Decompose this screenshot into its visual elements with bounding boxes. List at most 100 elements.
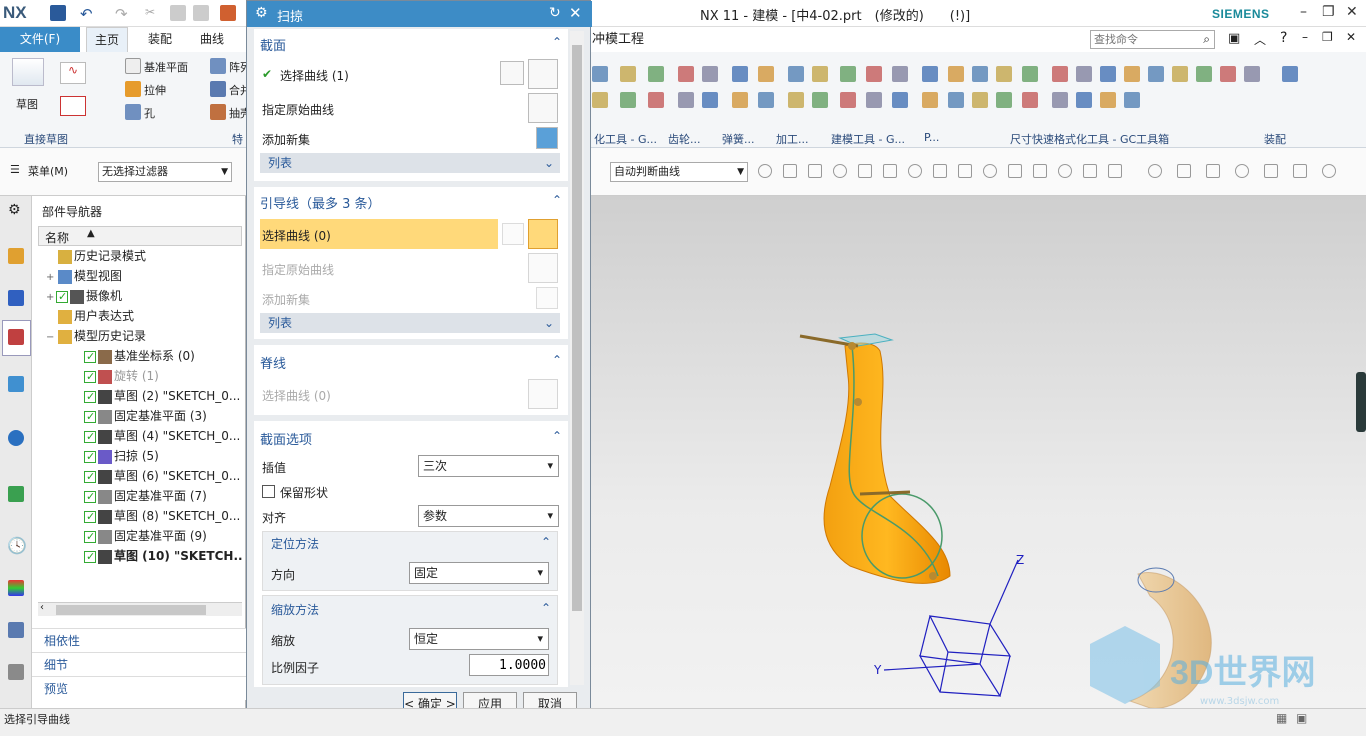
- direction-dropdown[interactable]: 固定: [409, 562, 549, 584]
- interpolation-dropdown[interactable]: 三次: [418, 455, 559, 477]
- ribbon-command-icon[interactable]: [972, 92, 988, 108]
- ribbon-command-icon[interactable]: [1124, 92, 1140, 108]
- preserve-shape-checkbox[interactable]: [262, 485, 275, 498]
- datum-plane-icon[interactable]: [125, 58, 141, 74]
- sketch-icon[interactable]: [12, 58, 44, 86]
- preserve-shape-label[interactable]: 保留形状: [280, 484, 328, 501]
- dialog-title-bar[interactable]: ⚙ 扫掠 ↻ ✕: [247, 1, 592, 27]
- visibility-checkbox[interactable]: [84, 467, 96, 487]
- snap-point-icon[interactable]: [958, 164, 972, 178]
- ribbon-command-icon[interactable]: [678, 92, 694, 108]
- tree-node[interactable]: 固定基准平面 (3): [74, 406, 207, 427]
- save-icon[interactable]: [50, 5, 66, 21]
- extrude-label[interactable]: 拉伸: [144, 82, 166, 98]
- origin-curve-icon[interactable]: [528, 253, 558, 283]
- reverse-direction-icon[interactable]: [502, 223, 524, 245]
- visibility-checkbox[interactable]: [56, 287, 68, 307]
- paste-icon[interactable]: [193, 5, 209, 21]
- reset-icon[interactable]: ↻: [549, 5, 561, 21]
- ribbon-command-icon[interactable]: [1052, 66, 1068, 82]
- collapse-icon[interactable]: ⌃: [552, 193, 562, 207]
- group-gear[interactable]: 齿轮...: [668, 131, 701, 147]
- tree-node[interactable]: 固定基准平面 (7): [74, 486, 207, 507]
- snap-point-icon[interactable]: [1058, 164, 1072, 178]
- spine-select-curve[interactable]: 选择曲线 (0): [262, 387, 331, 404]
- doc-restore-button[interactable]: ❐: [1322, 30, 1333, 44]
- view-tool-icon[interactable]: [1264, 164, 1278, 178]
- ribbon-command-icon[interactable]: [1076, 92, 1092, 108]
- file-tab[interactable]: 文件(F): [0, 27, 80, 52]
- web-browser-icon[interactable]: [8, 486, 24, 502]
- part-navigator-tab[interactable]: [2, 320, 31, 356]
- ribbon-command-icon[interactable]: [592, 66, 608, 82]
- tree-node[interactable]: 草图 (6) "SKETCH_0...: [74, 466, 240, 487]
- command-search[interactable]: ⌕: [1090, 30, 1215, 49]
- tree-node[interactable]: − 模型历史记录: [46, 326, 146, 346]
- snap-point-icon[interactable]: [1033, 164, 1047, 178]
- ribbon-command-icon[interactable]: [732, 92, 748, 108]
- repeat-command-icon[interactable]: [220, 5, 236, 21]
- snap-point-icon[interactable]: [758, 164, 772, 178]
- scaling-header[interactable]: 缩放方法: [271, 601, 319, 618]
- datum-plane-label[interactable]: 基准平面: [144, 59, 188, 75]
- group-modeling-tools[interactable]: 建模工具 - G...: [831, 131, 905, 147]
- snap-point-icon[interactable]: [933, 164, 947, 178]
- ribbon-command-icon[interactable]: [758, 92, 774, 108]
- ribbon-command-icon[interactable]: [866, 92, 882, 108]
- tab-die-engineering[interactable]: 冲模工程: [584, 27, 652, 52]
- collapse-icon[interactable]: ⌃: [541, 535, 551, 549]
- ribbon-command-icon[interactable]: [648, 92, 664, 108]
- group-gc-tools[interactable]: 化工具 - G...: [594, 131, 657, 147]
- snap-point-icon[interactable]: [858, 164, 872, 178]
- direction-arrow-2[interactable]: [859, 490, 911, 496]
- view-tool-icon[interactable]: [1322, 164, 1336, 178]
- ribbon-command-icon[interactable]: [592, 92, 608, 108]
- ribbon-command-icon[interactable]: [1196, 66, 1212, 82]
- snap-point-icon[interactable]: [808, 164, 822, 178]
- ribbon-command-icon[interactable]: [1244, 66, 1260, 82]
- command-search-input[interactable]: [1091, 31, 1191, 48]
- ribbon-command-icon[interactable]: [788, 92, 804, 108]
- redo-icon[interactable]: ↷: [115, 5, 131, 23]
- swept-body[interactable]: [823, 342, 951, 584]
- ribbon-command-icon[interactable]: [972, 66, 988, 82]
- horizontal-scrollbar[interactable]: ‹: [38, 602, 242, 616]
- view-tool-icon[interactable]: [1235, 164, 1249, 178]
- hd3d-tools-icon[interactable]: [8, 430, 24, 446]
- snap-point-icon[interactable]: [1108, 164, 1122, 178]
- gear-icon[interactable]: ⚙: [255, 5, 268, 21]
- tab-assembly[interactable]: 装配: [140, 27, 180, 52]
- ribbon-command-icon[interactable]: [840, 66, 856, 82]
- tab-home[interactable]: 主页: [86, 27, 129, 52]
- visibility-checkbox[interactable]: [84, 387, 96, 407]
- hole-icon[interactable]: [125, 104, 141, 120]
- profile-icon[interactable]: ∿: [60, 62, 86, 84]
- section-specify-origin[interactable]: 指定原始曲线: [262, 101, 334, 118]
- assembly-navigator-icon[interactable]: [8, 248, 24, 264]
- restore-button[interactable]: ❐: [1322, 4, 1335, 20]
- help-icon[interactable]: ?: [1280, 30, 1287, 46]
- curve-select-icon[interactable]: [528, 59, 558, 89]
- visibility-checkbox[interactable]: [84, 347, 96, 367]
- tree-node[interactable]: 历史记录模式: [46, 246, 146, 266]
- tree-node[interactable]: 草图 (8) "SKETCH_0...: [74, 506, 240, 527]
- scroll-left-icon[interactable]: ‹: [40, 602, 44, 613]
- tree-node[interactable]: 扫掠 (5): [74, 446, 159, 467]
- visibility-checkbox[interactable]: [84, 447, 96, 467]
- collapse-ribbon-icon[interactable]: ︿: [1254, 31, 1266, 48]
- view-triad-handle[interactable]: [1356, 372, 1366, 432]
- system-materials-icon[interactable]: [8, 580, 24, 596]
- tree-node[interactable]: 草图 (2) "SKETCH_0...: [74, 386, 240, 407]
- column-header[interactable]: 名称 ▲: [38, 226, 242, 246]
- curve-select-icon[interactable]: [528, 379, 558, 409]
- ribbon-command-icon[interactable]: [922, 66, 938, 82]
- group-spring[interactable]: 弹簧...: [722, 131, 755, 147]
- hole-label[interactable]: 孔: [144, 105, 155, 121]
- options-header[interactable]: 截面选项: [260, 429, 312, 448]
- ribbon-command-icon[interactable]: [996, 66, 1012, 82]
- ribbon-command-icon[interactable]: [812, 66, 828, 82]
- ribbon-command-icon[interactable]: [1022, 66, 1038, 82]
- ribbon-command-icon[interactable]: [840, 92, 856, 108]
- tree-node[interactable]: 基准坐标系 (0): [74, 346, 195, 367]
- dialog-scrollbar[interactable]: [570, 31, 584, 685]
